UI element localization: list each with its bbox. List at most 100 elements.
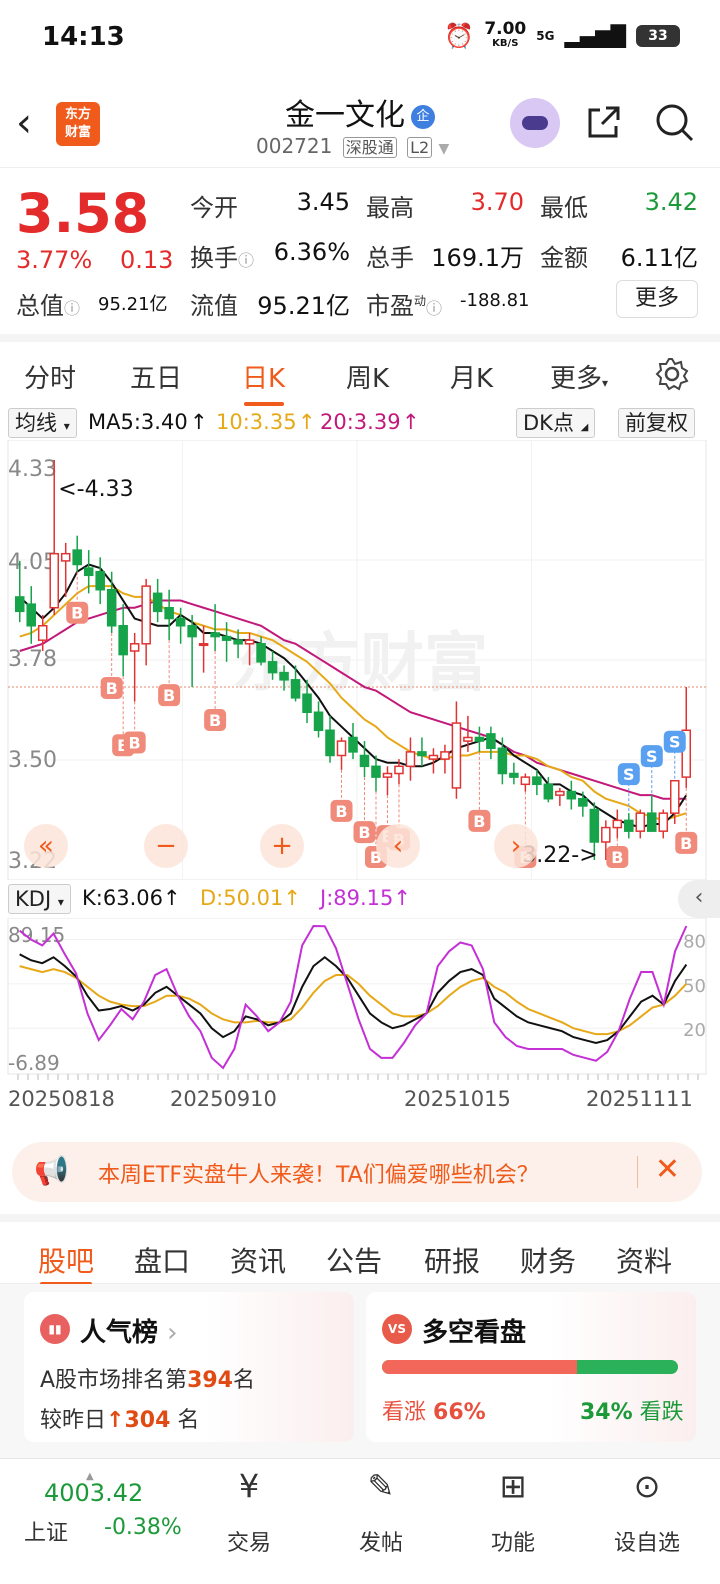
candle	[313, 701, 324, 738]
float-cap-value: 95.21亿	[257, 292, 350, 320]
bull-bear-card[interactable]: VS 多空看盘 看涨 66% 34% 看跌	[366, 1292, 696, 1442]
j-line	[19, 924, 688, 1070]
bull-line: 看涨 66%	[382, 1400, 486, 1425]
candle-body	[578, 797, 588, 807]
candle	[451, 701, 462, 799]
vs-icon: VS	[382, 1314, 412, 1344]
candle-body	[221, 635, 232, 641]
tab-announcement[interactable]: 公告	[326, 1240, 382, 1280]
candle-body	[451, 722, 462, 789]
adjust-button[interactable]: 前复权	[618, 408, 695, 438]
tab-profile[interactable]: 资料	[616, 1240, 672, 1280]
caret-down-icon: ▾	[63, 419, 70, 433]
signal-label: B	[71, 604, 83, 623]
amount-value: 6.11亿	[620, 244, 698, 272]
more-button[interactable]: 更多	[616, 280, 698, 318]
tab-news[interactable]: 资讯	[230, 1240, 286, 1280]
bottom-nav: ▲ 4003.42 上证 -0.38% ¥ 交易 ✎ 发帖 ⊞ 功能 ⊙ 设自选	[0, 1458, 720, 1584]
battery-icon: 33	[636, 25, 680, 47]
promo-banner[interactable]: 📢 本周ETF实盘牛人来袭！TA们偏爱哪些机会？ ✕	[12, 1142, 702, 1202]
candle-body	[164, 606, 174, 620]
candle-body	[463, 736, 473, 742]
network-type: 5G	[536, 29, 555, 43]
nav-post[interactable]: ✎ 发帖	[326, 1459, 436, 1584]
candle-body	[49, 552, 59, 609]
candle	[635, 809, 646, 839]
shenguton-tag: 深股通	[342, 137, 397, 158]
candle-body	[83, 567, 94, 577]
candle	[72, 535, 82, 572]
candle	[612, 809, 623, 839]
ranking-icon: ▮▮	[40, 1314, 70, 1344]
network-speed: 7.00 KB/S	[484, 20, 526, 50]
tab-research[interactable]: 研报	[424, 1240, 480, 1280]
rank-line: A股市场排名第394名	[40, 1368, 256, 1393]
tab-pankou[interactable]: 盘口	[134, 1240, 190, 1280]
status-icons: ⏰ 7.00 KB/S 5G ▂▄▆█ 33	[444, 20, 680, 50]
ma-toggle[interactable]: 均线 ▾	[8, 408, 77, 438]
tab-five-day[interactable]: 五日	[130, 358, 182, 395]
candle	[578, 791, 588, 817]
candle	[417, 737, 427, 767]
ma10-arrow: ↑	[298, 410, 316, 434]
bull-fill	[382, 1360, 578, 1374]
candle	[555, 787, 565, 806]
scroll-right-icon-glyph: ›	[511, 831, 521, 861]
signal-label: B	[473, 812, 485, 831]
high-marker: <-4.33	[58, 477, 133, 502]
candle-body	[233, 639, 243, 645]
candle	[325, 715, 335, 763]
kline-chart[interactable]: 东方财富4.334.053.783.503.22BBBBBBBBBBBBBBSS…	[0, 440, 720, 880]
tab-daily-k[interactable]: 日K	[242, 358, 285, 395]
candle	[647, 795, 657, 832]
stock-code: 002721	[256, 134, 333, 158]
nav-functions[interactable]: ⊞ 功能	[458, 1459, 568, 1584]
ma5-label: MA5:3.40	[88, 410, 188, 434]
nav-watchlist[interactable]: ⊙ 设自选	[592, 1459, 702, 1584]
candle-body	[405, 751, 416, 768]
bullbear-title: 多空看盘	[422, 1318, 527, 1348]
tab-monthly-k[interactable]: 月K	[450, 358, 493, 395]
collapse-panel-button[interactable]: ‹	[678, 880, 720, 918]
share-icon[interactable]	[586, 104, 622, 140]
tab-intraday[interactable]: 分时	[24, 358, 76, 395]
k-label: K:63.06↑	[82, 886, 181, 910]
open-value: 3.45	[296, 188, 350, 216]
stock-code-row[interactable]: 002721 深股通 L2 ▼	[256, 134, 449, 158]
dk-button[interactable]: DK点 ◢	[516, 408, 596, 438]
kdj-chart[interactable]: 80502089.15-6.8920250818 20250910 20251015…	[0, 918, 720, 1130]
tab-guba[interactable]: 股吧	[38, 1240, 94, 1280]
candle	[152, 578, 163, 623]
bear-line: 34% 看跌	[580, 1400, 684, 1425]
candle-body	[175, 617, 186, 627]
signal-label: B	[209, 711, 221, 730]
candle-body	[669, 779, 680, 814]
search-icon[interactable]	[654, 102, 694, 142]
settings-icon[interactable]	[654, 356, 690, 392]
candle-body	[325, 729, 335, 757]
signal-label: S	[646, 747, 658, 766]
assistant-avatar[interactable]	[510, 98, 560, 148]
kdj-frame	[7, 918, 707, 1075]
candle	[141, 578, 151, 666]
turnover-value: 6.36%	[273, 238, 350, 266]
tab-more[interactable]: 更多▾	[550, 358, 608, 395]
candle-body	[348, 736, 358, 753]
kdj-ref-label: 20	[683, 1020, 706, 1041]
candle	[624, 813, 634, 839]
kdj-min-label: -6.89	[8, 1051, 60, 1075]
tab-finance[interactable]: 财务	[520, 1240, 576, 1280]
candle-body	[187, 625, 197, 638]
tab-weekly-k[interactable]: 周K	[346, 358, 389, 395]
kdj-toggle[interactable]: KDJ ▾	[8, 884, 71, 914]
candle-body	[14, 596, 25, 613]
candle-body	[509, 772, 519, 778]
close-icon[interactable]: ✕	[655, 1152, 680, 1187]
nav-trade[interactable]: ¥ 交易	[194, 1459, 304, 1584]
candle-body	[302, 693, 312, 714]
candle-body	[152, 592, 163, 613]
popularity-card[interactable]: ▮▮ 人气榜 › A股市场排名第394名 较昨日↑304 名	[24, 1292, 354, 1442]
candle-body	[394, 765, 404, 775]
candle	[486, 726, 496, 760]
index-widget[interactable]: ▲ 4003.42 上证 -0.38%	[14, 1471, 194, 1579]
